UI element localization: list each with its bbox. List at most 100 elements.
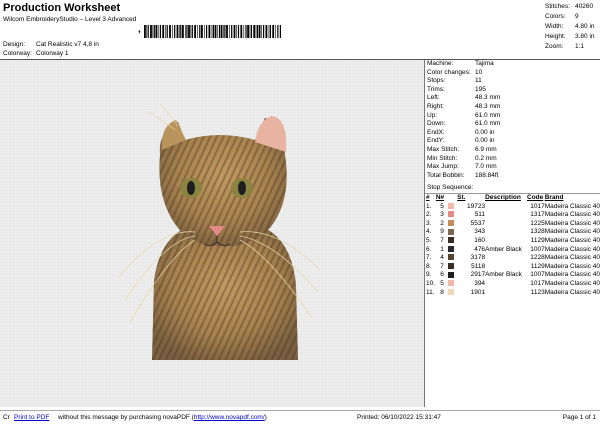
row-description [485, 228, 527, 237]
needle-number: 3 [440, 211, 444, 219]
row-needle: 2 [436, 220, 457, 229]
barcode-bar [224, 25, 226, 38]
row-num: 10. [426, 279, 436, 287]
row-code: 1328 [530, 228, 545, 236]
row-code: 1123 [530, 288, 545, 296]
machine-info-row: Machine: Tajima [427, 60, 599, 69]
color-swatch [447, 220, 454, 227]
stop-sequence-row: 11. 8 1901 1123 Madeira Classic 40 [426, 289, 600, 298]
colorway-value: Colorway 1 [36, 50, 69, 57]
row-code: 1228 [530, 254, 545, 262]
barcode-bar [188, 25, 190, 38]
machine-info-row: EndY: 0.00 in [427, 137, 599, 146]
stop-sequence-row: 5. 7 160 1129 Madeira Classic 40 [426, 237, 600, 246]
row-description [485, 289, 527, 298]
row-st: 160 [474, 236, 486, 244]
needle-number: 5 [440, 202, 444, 210]
stop-sequence-row: 6. 1 476 Amber Black 1007 Madeira Classic 40 [426, 246, 600, 255]
row-num: 7. [426, 254, 432, 262]
barcode-bar [236, 25, 237, 38]
row-brand: Madeira Classic 40 [544, 245, 600, 253]
barcode-bar [261, 25, 262, 38]
printed-timestamp: Printed: 06/10/2022 15:31:47 [357, 414, 441, 421]
color-swatch [447, 280, 454, 287]
row-description [485, 203, 527, 212]
machine-info-row: Stops: 11 [427, 77, 599, 86]
design-value: Cat Realistic v7 4,8 in [36, 41, 99, 48]
footer-prefix: Cr [3, 414, 10, 421]
colorway-line: Colorway: Colorway 1 [3, 50, 69, 57]
machine-info-row: Max Jump: 7.0 mm [427, 163, 599, 172]
row-code: 1007 [530, 245, 545, 253]
machine-info-row: Max Stitch: 6.9 mm [427, 146, 599, 155]
barcode-bar [272, 25, 275, 38]
row-brand: Madeira Classic 40 [544, 236, 600, 244]
machine-info-row: Right: 48.3 mm [427, 103, 599, 112]
novapdf-link[interactable]: http://www.novapdf.com/ [194, 414, 265, 421]
needle-number: 5 [440, 279, 444, 287]
needle-number: 6 [440, 271, 444, 279]
machine-info-row: Color changes: 10 [427, 69, 599, 78]
needle-number: 8 [440, 288, 444, 296]
machine-info-row: Left: 48.3 mm [427, 94, 599, 103]
barcode-bar [152, 25, 154, 38]
barcode-bar [208, 25, 211, 38]
barcode-bar [253, 25, 256, 38]
barcode-bar [176, 25, 179, 38]
barcode-bar [223, 25, 224, 38]
row-brand: Madeira Classic 40 [544, 288, 600, 296]
needle-number: 2 [440, 219, 444, 227]
design-preview [0, 60, 424, 407]
row-st: 19723 [466, 202, 486, 210]
row-description [485, 280, 527, 289]
barcode-bar [180, 25, 182, 38]
row-num: 6. [426, 245, 432, 253]
machine-info-label: Down: [427, 120, 446, 128]
color-swatch [447, 211, 454, 218]
machine-info-value: 195 [475, 85, 486, 93]
stop-sequence-row: 10. 5 394 1017 Madeira Classic 40 [426, 280, 600, 289]
stop-sequence-row: 7. 4 3178 1228 Madeira Classic 40 [426, 254, 600, 263]
row-brand: Madeira Classic 40 [544, 271, 600, 279]
stop-sequence-row: 2. 3 511 1317 Madeira Classic 40 [426, 211, 600, 220]
barcode-bar [162, 25, 165, 38]
barcode-bar [150, 25, 152, 38]
barcode-bar [229, 25, 230, 38]
needle-number: 9 [440, 228, 444, 236]
print-to-pdf-link[interactable]: Print to PDF [14, 411, 49, 424]
machine-info-value: 188.84ft [475, 171, 499, 179]
barcode-bar [146, 25, 147, 38]
barcode-bar [212, 25, 214, 38]
barcode-bar [275, 25, 276, 38]
barcode-bar [258, 25, 261, 38]
barcode-bar [233, 25, 236, 38]
barcode-bar [169, 25, 171, 38]
barcode-bar [256, 25, 259, 38]
machine-info-row: Down: 61.0 mm [427, 120, 599, 129]
footer-message: without this message by purchasing novaP… [58, 414, 267, 421]
row-st: 1901 [470, 288, 486, 296]
barcode-bar [211, 25, 213, 38]
barcode-bar [190, 25, 192, 38]
color-swatch [447, 202, 454, 209]
pdf-footer: Cr Print to PDF without this message by … [0, 410, 600, 424]
col-code: Code [527, 194, 544, 201]
row-st: 3178 [470, 254, 486, 262]
row-num: 3. [426, 219, 432, 227]
row-needle: 8 [436, 289, 457, 298]
row-needle: 6 [436, 271, 457, 280]
row-st: 343 [474, 228, 486, 236]
machine-info-value: 61.0 mm [475, 111, 501, 119]
barcode-bar [243, 25, 245, 38]
row-brand: Madeira Classic 40 [544, 219, 600, 227]
machine-info-label: Right: [427, 102, 444, 110]
row-code: 1225 [530, 219, 545, 227]
barcode-bar [218, 25, 221, 38]
barcode-bar [249, 25, 251, 38]
barcode-bar [279, 25, 281, 38]
col-description: Description [485, 194, 521, 201]
machine-info: Machine: Tajima Color changes: 10 Stops: 11 Tr… [427, 60, 599, 180]
machine-info-label: Up: [427, 111, 438, 119]
col-brand: Brand [544, 194, 564, 201]
machine-info-row: Up: 61.0 mm [427, 112, 599, 121]
